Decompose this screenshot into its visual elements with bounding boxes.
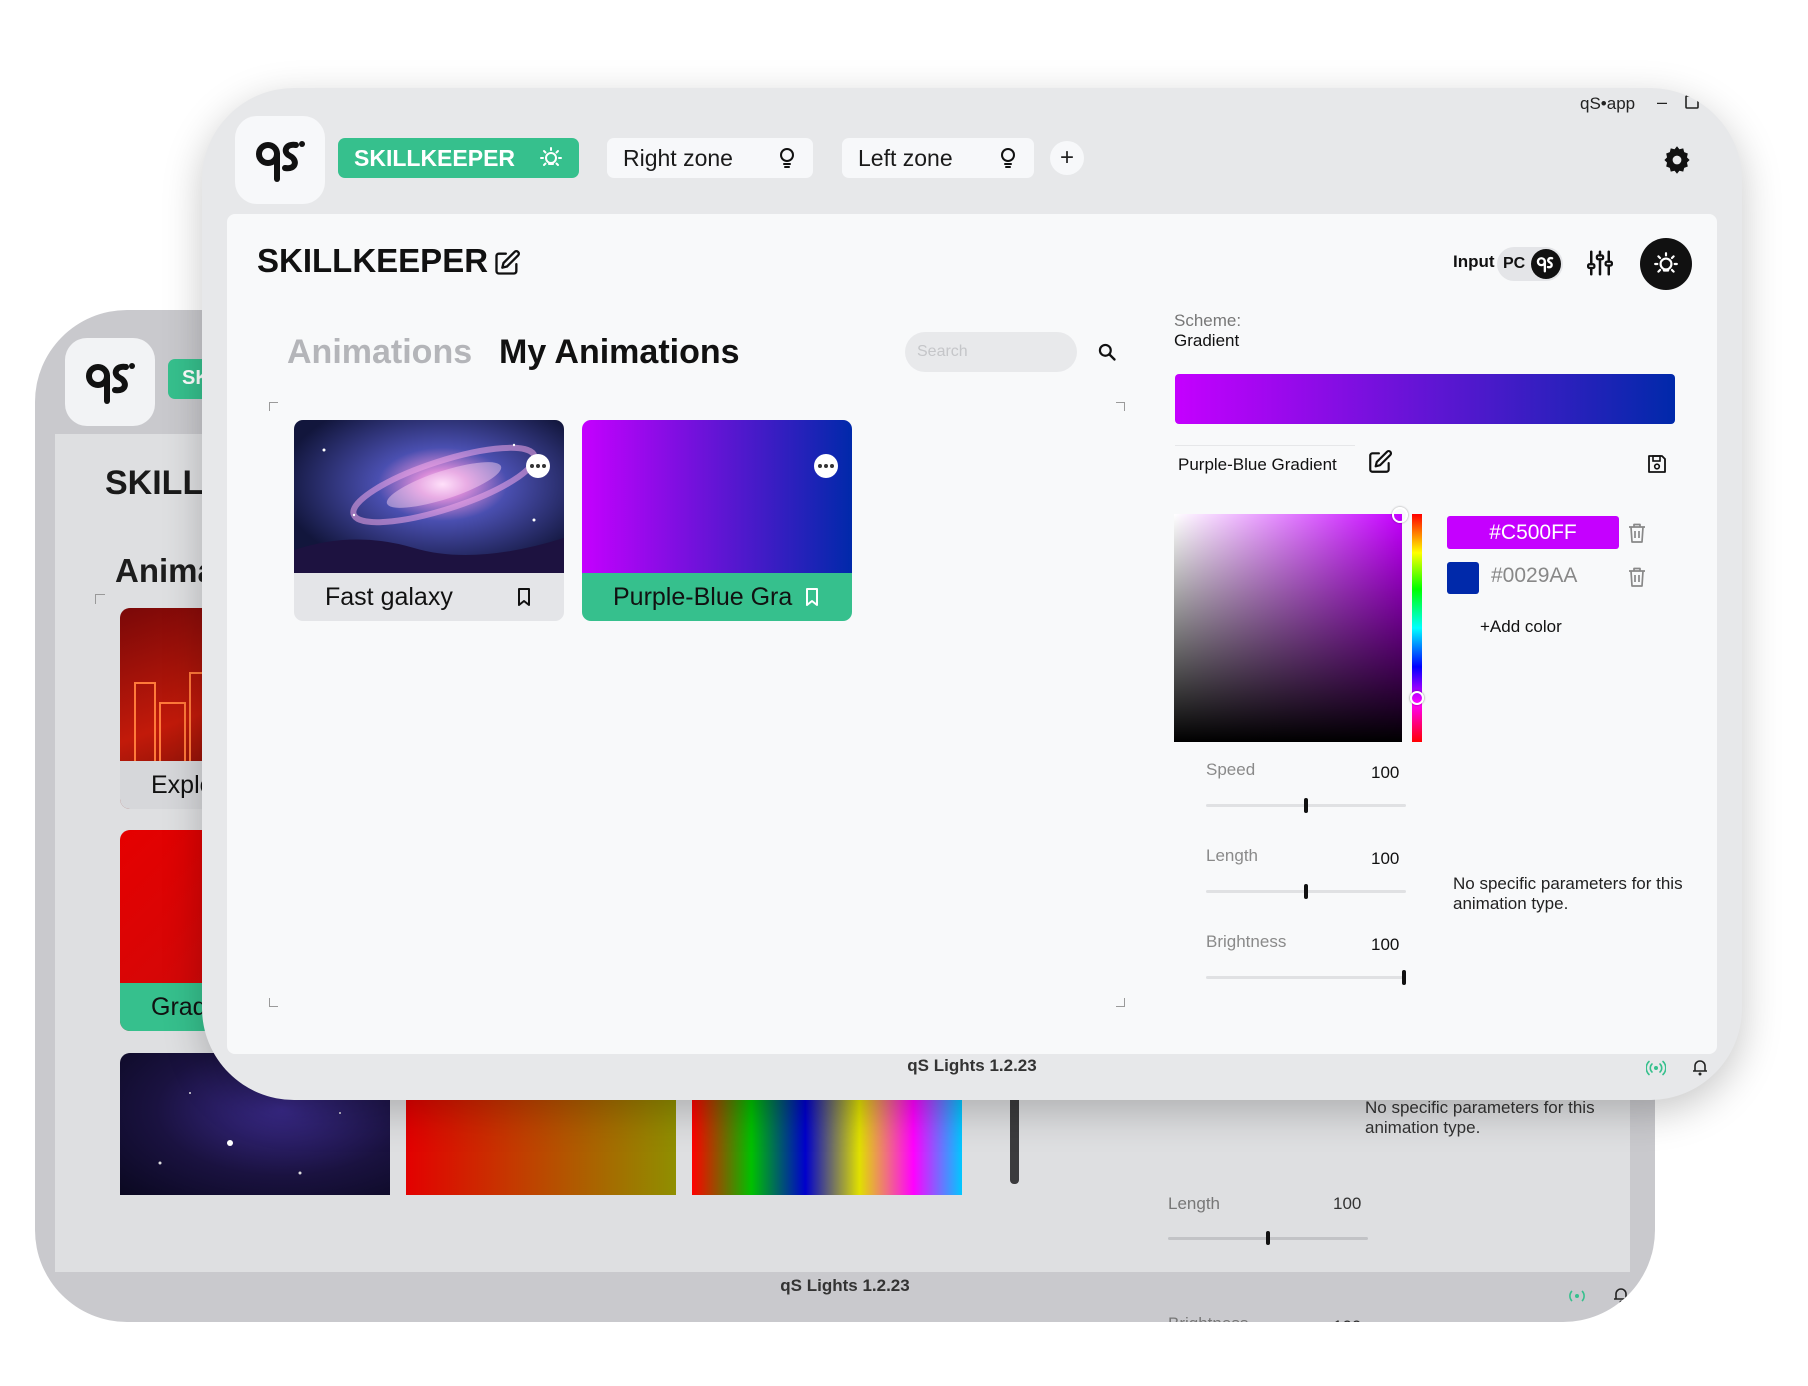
card-more-options-button[interactable]: [526, 454, 550, 478]
toggle-knob: [1531, 249, 1561, 279]
back-footer-version: qS Lights 1.2.23: [780, 1276, 910, 1295]
speed-label: Speed: [1206, 760, 1256, 779]
color-stop-2[interactable]: #0029AA: [1491, 564, 1577, 588]
edit-name-icon[interactable]: [1367, 449, 1393, 475]
lightbulb-on-icon: [1654, 252, 1678, 273]
app-name: qS•app: [1580, 94, 1636, 113]
zone-tab-label: Left zone: [858, 144, 953, 171]
scheme-label: Scheme:: [1174, 311, 1242, 330]
hue-slider[interactable]: [1412, 514, 1422, 742]
card-title: Purple-Blue Gradient: [613, 582, 793, 611]
input-source-toggle[interactable]: PC: [1497, 247, 1563, 281]
qs-logo-icon: [86, 363, 135, 404]
zone-tab-left-zone[interactable]: Left zone: [842, 138, 1034, 178]
maximize-icon: [1685, 95, 1699, 109]
zone-light-toggle-button[interactable]: [1640, 238, 1692, 290]
card-more-options-button[interactable]: [814, 454, 838, 478]
input-mode-label: PC: [1503, 255, 1526, 272]
grid-frame-corner: [1116, 998, 1125, 1007]
animation-card-fast-galaxy[interactable]: Fast galaxy: [294, 420, 564, 621]
gradient-thumbnail: [582, 420, 852, 573]
zone-tab-right-zone[interactable]: Right zone: [607, 138, 813, 178]
save-icon[interactable]: [1647, 454, 1667, 474]
adjustments-sliders-icon[interactable]: [1585, 248, 1615, 278]
zone-tab-label: SKILLKEEPER: [354, 144, 516, 171]
delete-color-1-icon[interactable]: [1627, 522, 1647, 544]
zone-tab-skillkeeper[interactable]: SKILLKEEPER: [338, 138, 579, 178]
hue-slider-handle[interactable]: [1410, 691, 1424, 705]
delete-color-2-icon[interactable]: [1627, 566, 1647, 588]
galaxy-thumbnail: [294, 420, 564, 573]
bookmark-icon[interactable]: [803, 587, 821, 607]
back-length-thumb: [1266, 1231, 1270, 1245]
search-icon[interactable]: [1097, 342, 1117, 362]
edit-title-icon[interactable]: [493, 249, 521, 277]
input-label: Input: [1453, 252, 1495, 271]
saturation-value-handle[interactable]: [1392, 507, 1408, 523]
card-title: Fast galaxy: [325, 582, 453, 611]
app-logo[interactable]: [235, 116, 325, 204]
back-param-brightness-value: 100: [1333, 1317, 1361, 1322]
length-value: 100: [1371, 849, 1400, 868]
search-input[interactable]: [905, 332, 1077, 372]
length-label: Length: [1206, 846, 1258, 865]
brightness-slider-thumb[interactable]: [1402, 970, 1406, 985]
footer-version: qS Lights 1.2.23: [907, 1056, 1037, 1075]
notifications-bell-icon[interactable]: [1692, 1058, 1708, 1076]
lightbulb-off-icon: [780, 148, 794, 168]
back-param-length-value: 100: [1333, 1194, 1362, 1213]
lightbulb-off-icon: [1001, 148, 1015, 168]
lightbulb-on-icon: [540, 147, 562, 166]
back-no-params-note: No specific parameters for this animatio…: [1365, 1098, 1595, 1137]
brightness-value: 100: [1371, 935, 1400, 954]
speed-slider-thumb[interactable]: [1304, 798, 1308, 813]
tab-animations[interactable]: Animations: [287, 333, 472, 372]
connection-signal-icon[interactable]: [1646, 1060, 1666, 1076]
grid-frame-corner: [1116, 402, 1125, 411]
back-frame-corner: [95, 594, 105, 604]
qs-logo-icon: [1536, 256, 1554, 273]
back-param-length-label: Length: [1168, 1194, 1220, 1213]
maximize-button[interactable]: [1682, 92, 1702, 112]
qs-logo-icon: [256, 141, 305, 182]
tab-my-animations[interactable]: My Animations: [499, 333, 740, 372]
no-params-note: No specific parameters for this animatio…: [1453, 874, 1683, 913]
add-color-button[interactable]: +Add color: [1480, 617, 1562, 637]
brightness-slider-track[interactable]: [1206, 976, 1406, 979]
length-slider-thumb[interactable]: [1304, 884, 1308, 899]
saturation-value-picker[interactable]: [1174, 514, 1402, 742]
color-stop-1[interactable]: #C500FF: [1447, 516, 1619, 549]
back-app-logo: [65, 338, 155, 426]
app-window: qS•app – SKILLKEEPER Right zone Left zon…: [202, 88, 1742, 1100]
animation-card-purple-blue-gradient[interactable]: Purple-Blue Gradient: [582, 420, 852, 621]
page-title: SKILLKEEPER: [257, 242, 489, 279]
back-signal-icon: [1569, 1290, 1585, 1302]
brightness-label: Brightness: [1206, 932, 1287, 951]
grid-frame-corner: [269, 402, 278, 411]
minimize-button[interactable]: –: [1652, 92, 1672, 112]
card-label-row: Fast galaxy: [294, 573, 564, 621]
zone-tab-label: Right zone: [623, 144, 733, 171]
gradient-preview-bar: [1175, 374, 1675, 424]
add-zone-button[interactable]: +: [1050, 141, 1084, 175]
back-bell-icon: [1614, 1288, 1628, 1304]
settings-gear-icon[interactable]: [1662, 145, 1692, 175]
speed-value: 100: [1371, 763, 1400, 782]
gradient-name-field[interactable]: [1175, 445, 1355, 483]
color-stop-2-chip[interactable]: [1447, 562, 1479, 594]
card-label-row: Purple-Blue Gradient: [582, 573, 852, 621]
zone-panel: SKILLKEEPER Input PC Animations My Anima…: [227, 214, 1717, 1054]
scheme-value: Gradient: [1174, 331, 1240, 350]
bookmark-icon[interactable]: [515, 587, 533, 607]
grid-frame-corner: [269, 998, 278, 1007]
back-param-brightness-label: Brightness: [1168, 1314, 1248, 1322]
